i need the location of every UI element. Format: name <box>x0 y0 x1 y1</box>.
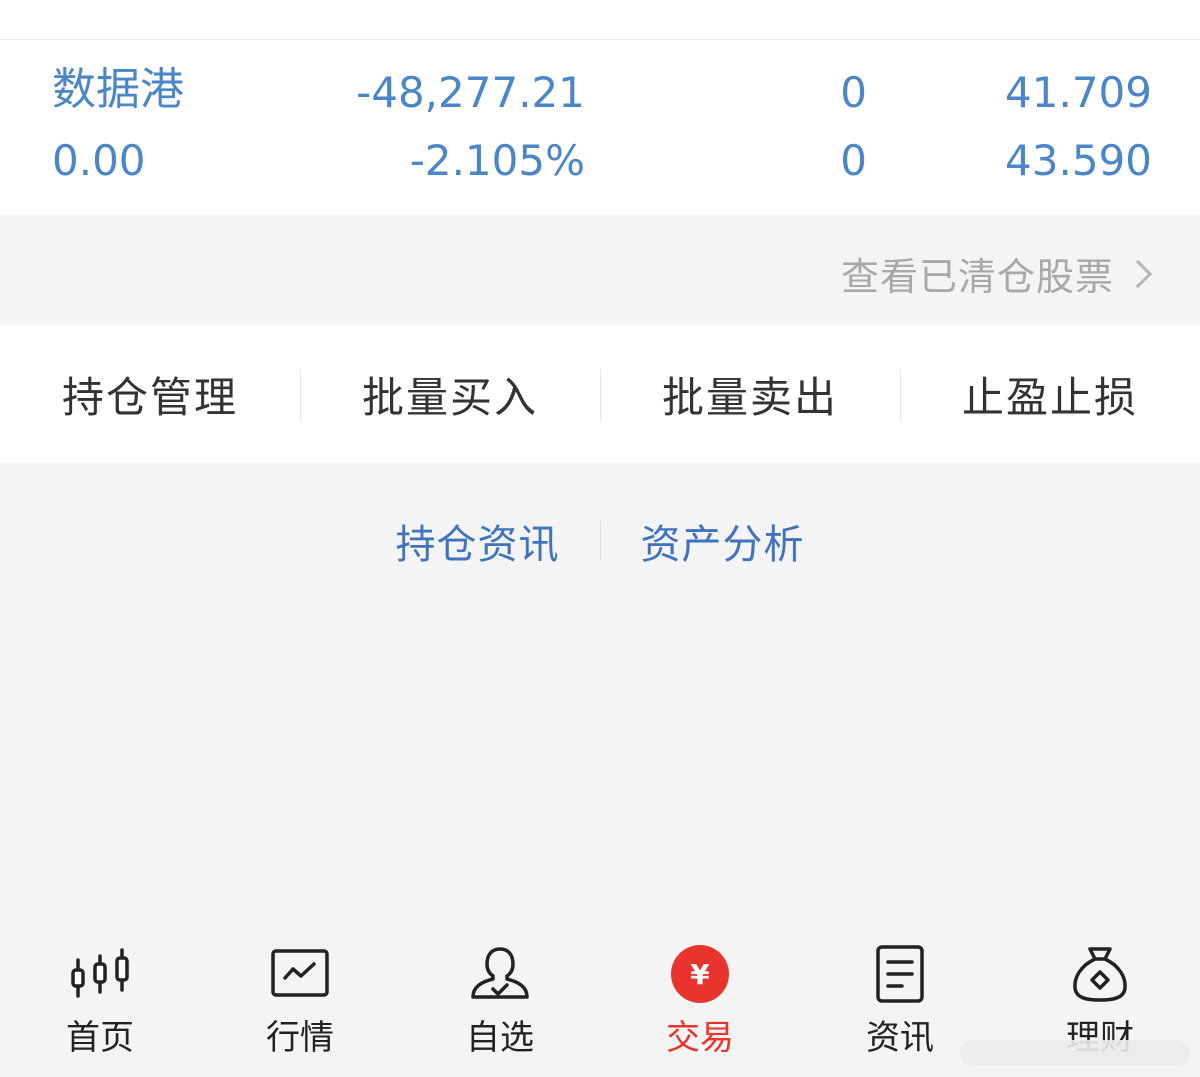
svg-text:¥: ¥ <box>690 958 710 991</box>
position-management-button[interactable]: 持仓管理 <box>0 325 300 463</box>
position-news-link[interactable]: 持仓资讯 <box>396 512 560 570</box>
chevron-right-icon <box>1123 259 1153 288</box>
position-actions-bar: 持仓管理 批量买入 批量卖出 止盈止损 <box>0 325 1200 463</box>
batch-sell-button[interactable]: 批量卖出 <box>600 325 900 463</box>
available-quantity: 0 <box>840 136 867 185</box>
gesture-navigation-bar[interactable] <box>960 1040 1190 1066</box>
holding-quantity: 0 <box>840 68 867 117</box>
current-price: 41.709 <box>1005 68 1152 117</box>
top-strip <box>0 0 1200 40</box>
info-links: 持仓资讯 资产分析 <box>0 512 1200 570</box>
tab-trade[interactable]: ¥ 交易 <box>600 928 800 1077</box>
tab-watchlist-label: 自选 <box>466 1018 534 1058</box>
yuan-circle-icon: ¥ <box>668 942 732 1006</box>
tab-market[interactable]: 行情 <box>200 928 400 1077</box>
tab-news-label: 资讯 <box>866 1018 934 1058</box>
stock-name: 数据港 <box>52 64 184 115</box>
tab-home[interactable]: 首页 <box>0 928 200 1077</box>
tab-trade-label: 交易 <box>666 1018 734 1058</box>
profit-loss: -48,277.21 <box>356 68 585 117</box>
link-divider <box>599 521 601 561</box>
tab-market-label: 行情 <box>266 1018 334 1058</box>
document-icon <box>868 942 932 1006</box>
take-profit-stop-loss-button[interactable]: 止盈止损 <box>900 325 1200 463</box>
cost-price: 43.590 <box>1005 136 1152 185</box>
tab-watchlist[interactable]: 自选 <box>400 928 600 1077</box>
user-check-icon <box>468 942 532 1006</box>
market-value: 0.00 <box>52 136 146 185</box>
batch-buy-button[interactable]: 批量买入 <box>300 325 600 463</box>
view-cleared-stocks-label: 查看已清仓股票 <box>840 255 1114 299</box>
asset-analysis-link[interactable]: 资产分析 <box>641 512 805 570</box>
tab-home-label: 首页 <box>66 1018 134 1058</box>
profit-loss-percent: -2.105% <box>409 136 585 185</box>
view-cleared-stocks-link[interactable]: 查看已清仓股票 <box>840 246 1153 301</box>
chart-line-icon <box>268 942 332 1006</box>
candlestick-icon <box>68 942 132 1006</box>
position-row[interactable]: 数据港 -48,277.21 0 41.709 0.00 -2.105% 0 4… <box>0 40 1200 215</box>
money-bag-icon <box>1068 942 1132 1006</box>
